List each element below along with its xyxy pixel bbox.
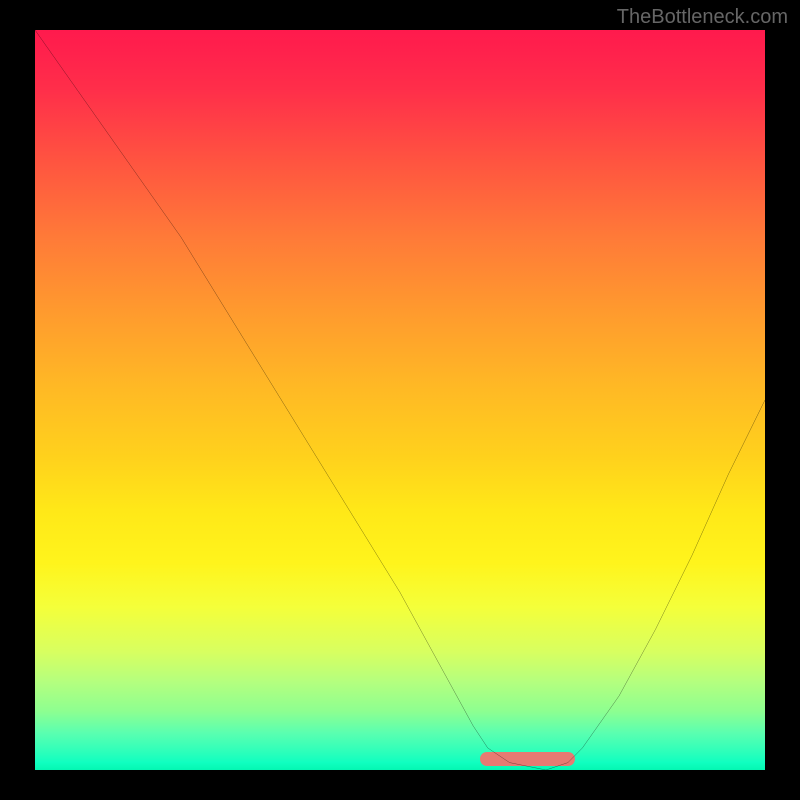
chart-container: TheBottleneck.com (0, 0, 800, 800)
plot-area (35, 30, 765, 770)
watermark-text: TheBottleneck.com (617, 6, 788, 29)
curve-line (35, 30, 765, 770)
